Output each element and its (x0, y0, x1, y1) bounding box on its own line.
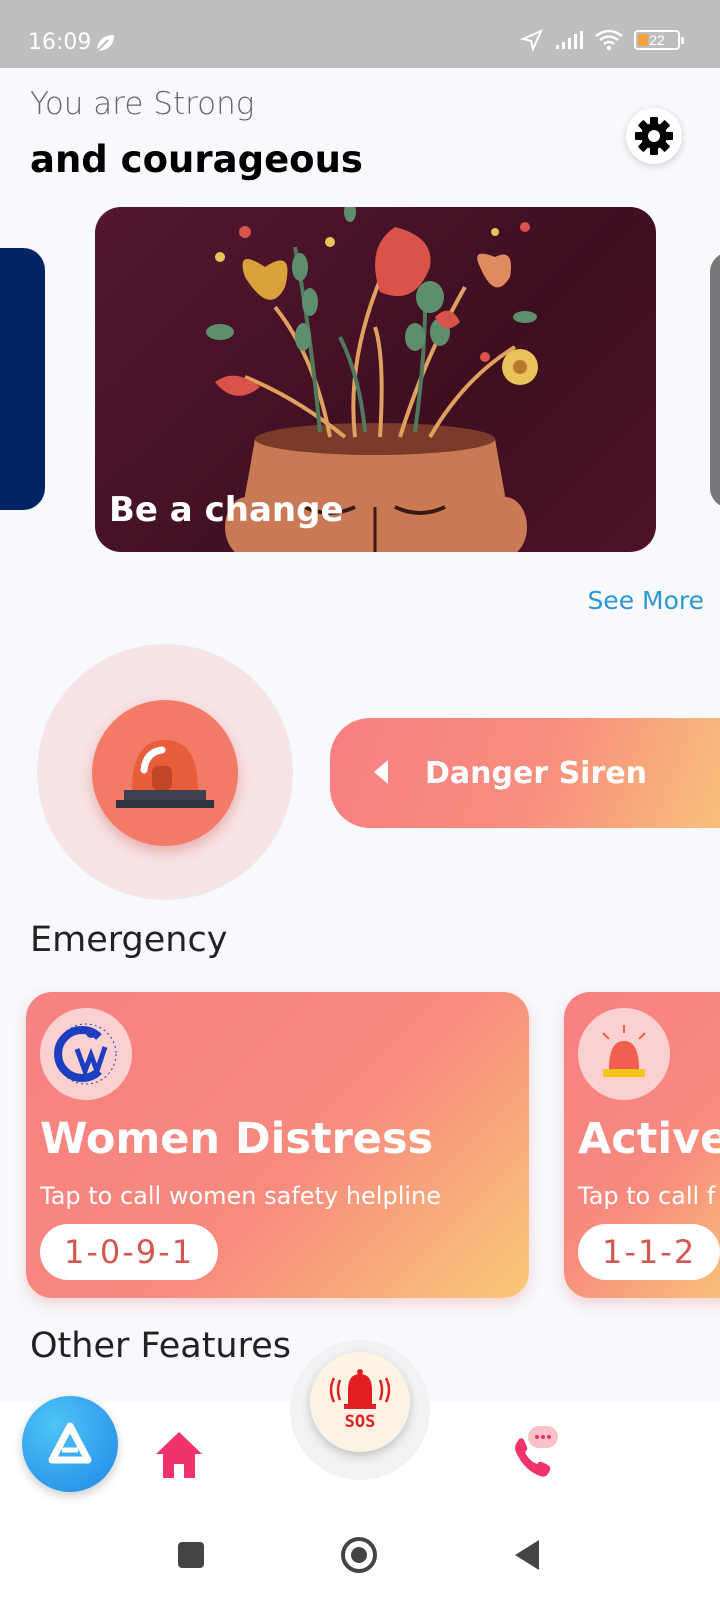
see-more-link[interactable]: See More (587, 586, 704, 615)
emergency-card-women-distress[interactable]: Women Distress Tap to call women safety … (26, 992, 529, 1298)
siren-icon (578, 1008, 670, 1100)
back-button[interactable] (515, 1540, 539, 1570)
emergency-card-subtitle: Tap to call f (578, 1182, 716, 1210)
recents-button[interactable] (178, 1542, 204, 1568)
status-bar: 16:09 22 (0, 0, 720, 68)
battery-level: 22 (649, 32, 665, 48)
greeting-text: You are Strong (30, 86, 255, 122)
danger-siren-label: Danger Siren (425, 756, 647, 791)
sos-button[interactable]: SOS (310, 1352, 410, 1452)
siren-button[interactable] (92, 700, 238, 846)
status-time: 16:09 (28, 30, 92, 55)
women-welfare-logo-icon (40, 1008, 132, 1100)
carousel-card-next[interactable] (710, 252, 720, 508)
call-chat-icon[interactable] (510, 1422, 572, 1482)
carousel-card-previous[interactable] (0, 248, 45, 510)
home-icon[interactable] (152, 1428, 206, 1482)
battery-icon: 22 (634, 30, 684, 50)
location-icon (520, 29, 543, 52)
chevron-left-icon (374, 760, 388, 784)
app-logo-icon (48, 1422, 92, 1464)
headline-text: and courageous (30, 138, 363, 181)
status-icons: 22 (520, 28, 684, 52)
gear-icon (635, 117, 673, 155)
emergency-card-title: Women Distress (40, 1114, 434, 1164)
emergency-card-title: Active (578, 1114, 720, 1164)
sos-label: SOS (344, 1412, 376, 1432)
emergency-section-title: Emergency (30, 920, 228, 960)
siren-icon (116, 740, 214, 808)
settings-button[interactable] (626, 108, 682, 164)
app-logo-button[interactable] (22, 1396, 118, 1492)
danger-siren-slider[interactable]: Danger Siren (330, 718, 720, 828)
carousel-card-active[interactable]: Be a change (95, 207, 656, 552)
home-system-button[interactable] (341, 1537, 377, 1573)
carousel-card-title: Be a change (109, 490, 344, 530)
helpline-number-badge[interactable]: 1-1-2 (578, 1224, 720, 1280)
leaf-icon (96, 35, 114, 52)
signal-icon (556, 31, 583, 49)
sos-bell-icon (329, 1369, 391, 1409)
helpline-number-badge[interactable]: 1-0-9-1 (40, 1224, 219, 1280)
wifi-icon (595, 29, 623, 51)
other-features-section-title: Other Features (30, 1326, 291, 1366)
emergency-card-subtitle: Tap to call women safety helpline (40, 1182, 442, 1210)
emergency-card-active[interactable]: Active Tap to call f 1-1-2 (564, 992, 720, 1298)
